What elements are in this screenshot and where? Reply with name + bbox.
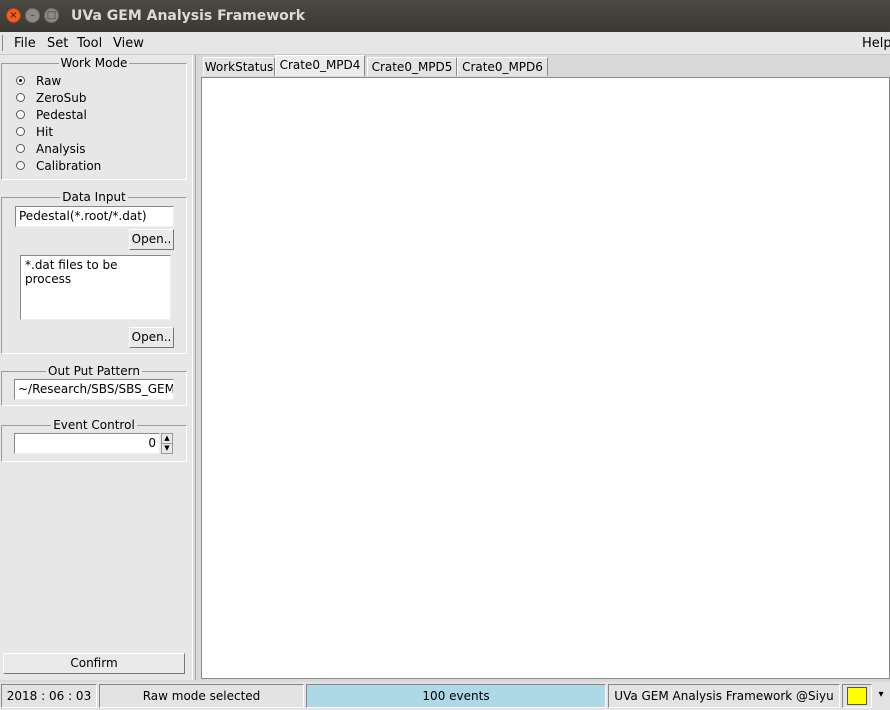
radio-icon	[16, 127, 25, 136]
output-pattern-group: Out Put Pattern ~/Research/SBS/SBS_GEM	[1, 364, 187, 406]
radio-icon	[16, 110, 25, 119]
panel-splitter[interactable]	[192, 55, 196, 680]
radio-icon	[16, 161, 25, 170]
radio-analysis[interactable]: Analysis	[14, 142, 154, 158]
window-titlebar: × – □ UVa GEM Analysis Framework	[0, 0, 890, 32]
status-bar: 2018 : 06 : 03 Raw mode selected 100 eve…	[0, 682, 890, 710]
radio-zerosub[interactable]: ZeroSub	[14, 91, 154, 107]
radio-label: ZeroSub	[36, 91, 87, 105]
menu-bar: File Set Tool View Help	[0, 32, 890, 55]
tab-workstatus[interactable]: WorkStatus	[203, 57, 275, 76]
event-control-group: Event Control 0 ▲ ▼	[1, 418, 187, 462]
status-date: 2018 : 06 : 03	[1, 684, 97, 708]
output-pattern-title: Out Put Pattern	[46, 364, 142, 378]
tab-crate0-mpd5[interactable]: Crate0_MPD5	[367, 57, 457, 76]
radio-label: Calibration	[36, 159, 102, 173]
work-mode-title: Work Mode	[58, 56, 130, 70]
confirm-button[interactable]: Confirm	[3, 653, 185, 674]
open-pedestal-button[interactable]: Open..	[129, 229, 174, 250]
menu-set[interactable]: Set	[47, 36, 68, 51]
dropdown-arrow-icon[interactable]: ▾	[874, 684, 888, 708]
control-panel: Work Mode Raw ZeroSub Pedestal Hit Analy…	[0, 55, 192, 680]
radio-calibration[interactable]: Calibration	[14, 159, 154, 175]
status-events: 100 events	[306, 684, 606, 708]
menu-tool[interactable]: Tool	[77, 36, 102, 51]
menu-help[interactable]: Help	[862, 36, 890, 51]
radio-hit[interactable]: Hit	[14, 125, 154, 141]
radio-label: Pedestal	[36, 108, 87, 122]
menu-view[interactable]: View	[113, 36, 144, 51]
status-mode: Raw mode selected	[99, 684, 304, 708]
radio-selected-icon	[16, 76, 25, 85]
radio-raw[interactable]: Raw	[14, 74, 154, 90]
radio-label: Hit	[36, 125, 54, 139]
status-color-indicator	[847, 687, 867, 705]
radio-icon	[16, 144, 25, 153]
event-control-title: Event Control	[51, 418, 137, 432]
menu-grip	[2, 35, 5, 51]
window-title: UVa GEM Analysis Framework	[71, 8, 306, 24]
dat-files-list[interactable]: *.dat files to be process	[20, 255, 171, 320]
event-count-input[interactable]: 0	[14, 433, 160, 454]
status-credit: UVa GEM Analysis Framework @Siyu	[608, 684, 840, 708]
open-dat-button[interactable]: Open..	[129, 327, 174, 348]
output-pattern-input[interactable]: ~/Research/SBS/SBS_GEM	[14, 379, 174, 400]
tab-content-canvas[interactable]	[201, 77, 890, 679]
work-mode-group: Work Mode Raw ZeroSub Pedestal Hit Analy…	[1, 56, 187, 180]
menu-file[interactable]: File	[14, 36, 36, 51]
radio-label: Analysis	[36, 142, 86, 156]
radio-pedestal[interactable]: Pedestal	[14, 108, 154, 124]
event-decrement-icon[interactable]: ▼	[161, 443, 173, 454]
status-indicator-cell	[842, 684, 872, 708]
tab-crate0-mpd4[interactable]: Crate0_MPD4	[275, 55, 365, 76]
minimize-icon[interactable]: –	[25, 8, 40, 23]
tab-crate0-mpd6[interactable]: Crate0_MPD6	[457, 57, 548, 76]
radio-label: Raw	[36, 74, 62, 88]
pedestal-input[interactable]: Pedestal(*.root/*.dat)	[15, 206, 174, 227]
data-input-title: Data Input	[60, 190, 128, 204]
data-input-group: Data Input Pedestal(*.root/*.dat) Open..…	[1, 190, 187, 354]
close-icon[interactable]: ×	[6, 8, 21, 23]
maximize-icon[interactable]: □	[44, 8, 59, 23]
radio-icon	[16, 93, 25, 102]
